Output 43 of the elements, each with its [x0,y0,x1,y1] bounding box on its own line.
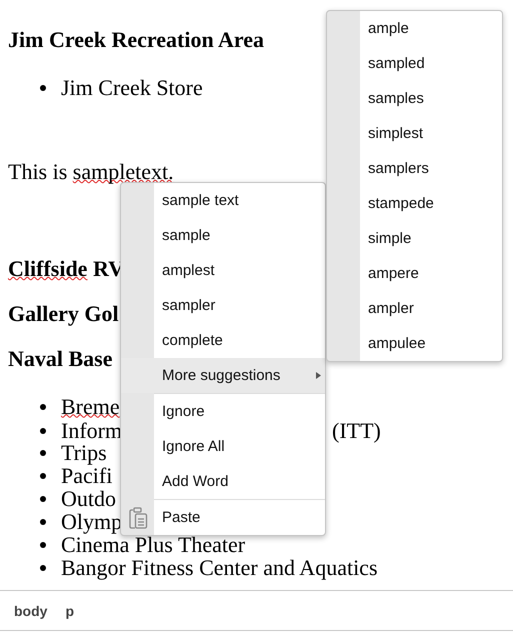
element-path-item[interactable]: p [65,602,74,618]
clipboard-icon [129,507,148,529]
element-path-item[interactable]: body [14,602,48,618]
menu-item[interactable]: Add Word [121,464,325,499]
bullet-icon [40,450,46,456]
list-item-text: Outdo [61,486,116,512]
menu-item[interactable]: Ignore All [121,429,325,464]
list-item-text: Jim Creek Store [61,74,203,100]
section-heading: Naval Base [8,347,112,370]
menu-item[interactable]: samplers [327,151,502,186]
menu-item[interactable]: sample [121,218,325,253]
menu-item[interactable]: Ignore [121,394,325,429]
bullet-icon [40,496,46,502]
bullet-icon [40,518,46,524]
list-item-text: Olymp [61,508,122,534]
bullet-icon [40,84,46,90]
bullet-icon [40,428,46,434]
menu-item[interactable]: ampere [327,256,502,291]
bullet-icon [40,404,46,410]
submenu-arrow-icon [316,372,321,379]
menu-item[interactable]: simple [327,221,502,256]
list-item-text: (ITT) [332,418,381,444]
menu-item[interactable]: amplest [121,253,325,288]
menu-item[interactable]: ampulee [327,326,502,361]
menu-item[interactable]: samples [327,81,502,116]
list-item-text: Breme [61,394,120,420]
menu-item[interactable]: complete [121,323,325,358]
bullet-icon [40,542,46,548]
bullet-icon [40,472,46,478]
list-item-text: Bangor Fitness Center and Aquatics [61,554,378,580]
menu-item[interactable]: More suggestions [121,358,325,393]
menu-item[interactable]: simplest [327,116,502,151]
menu-item[interactable]: Paste [121,500,325,535]
menu-item[interactable]: sampler [121,288,325,323]
bullet-icon [40,564,46,570]
menu-item[interactable]: sample text [121,183,325,218]
body-text: This is sampletext. [8,162,174,182]
menu-item[interactable]: ample [327,11,502,46]
section-heading: Gallery Gol [8,302,119,325]
section-heading: Jim Creek Recreation Area [8,28,264,51]
menu-item[interactable]: sampled [327,46,502,81]
menu-item[interactable]: ampler [327,291,502,326]
menu-item[interactable]: stampede [327,186,502,221]
